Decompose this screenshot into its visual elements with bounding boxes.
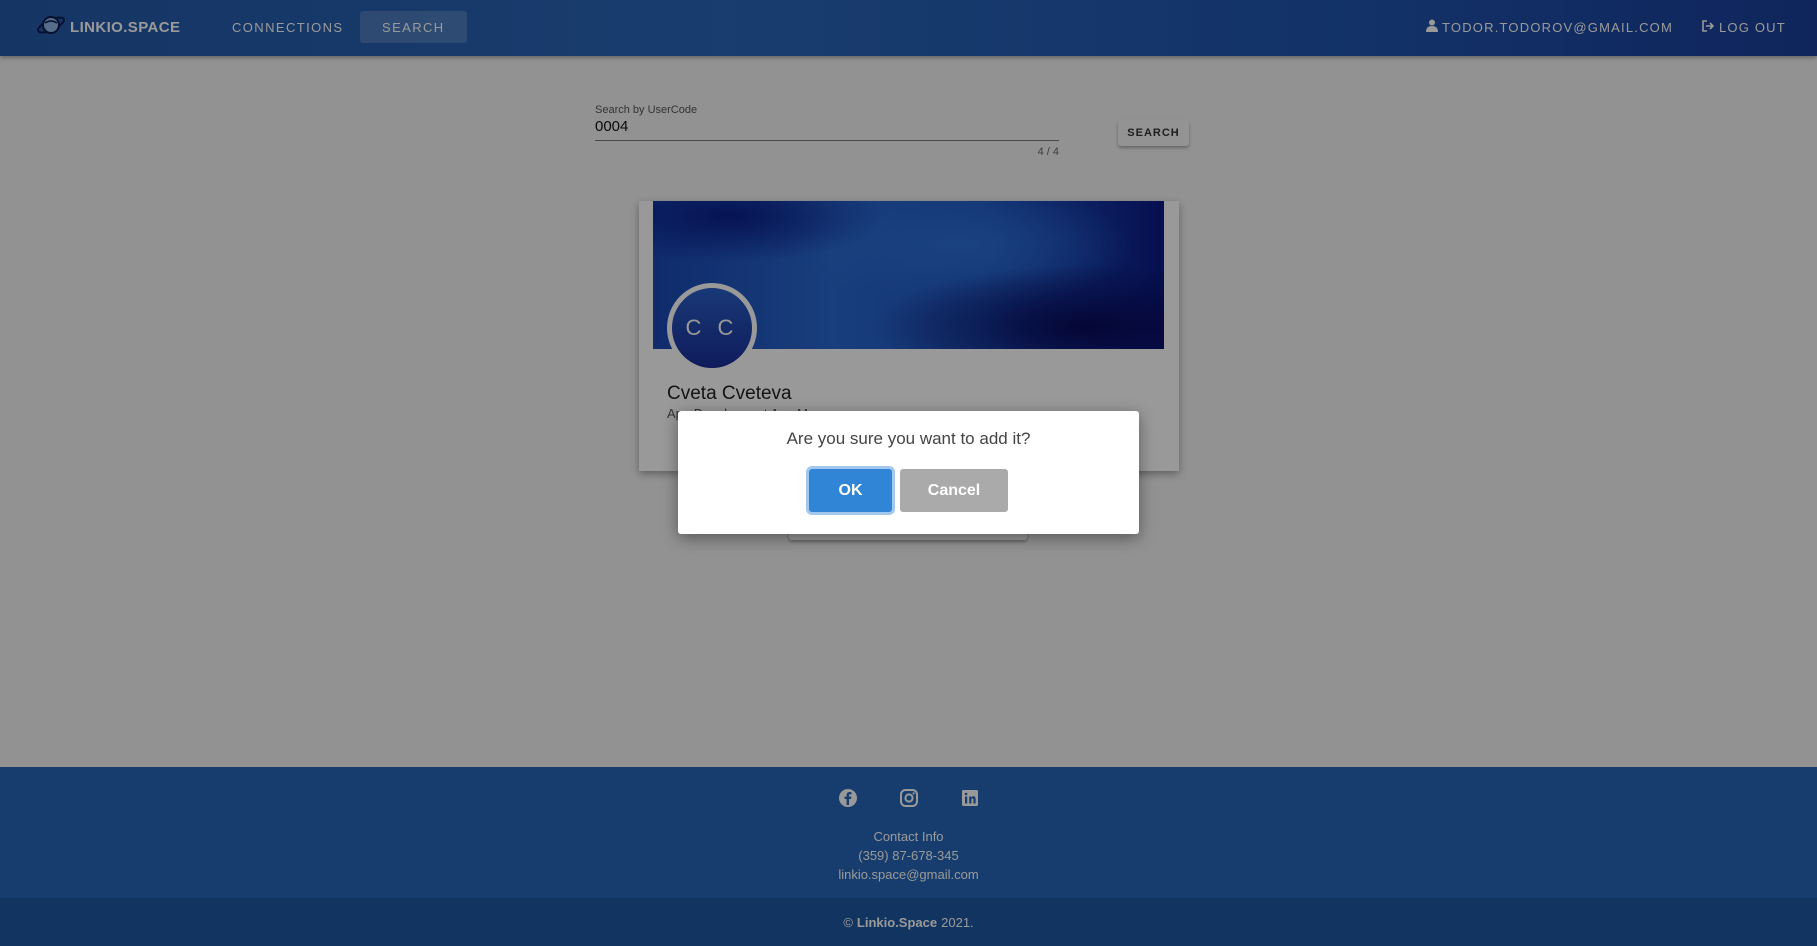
cancel-button[interactable]: Cancel <box>900 469 1008 512</box>
confirm-dialog: Are you sure you want to add it? OK Canc… <box>678 411 1139 534</box>
ok-button[interactable]: OK <box>809 469 892 512</box>
dialog-message: Are you sure you want to add it? <box>786 429 1031 448</box>
